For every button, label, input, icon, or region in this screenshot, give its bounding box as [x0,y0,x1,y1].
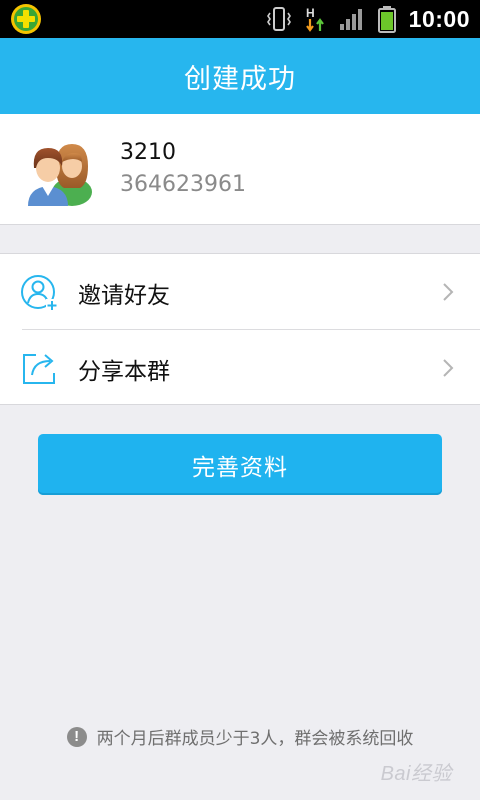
info-icon: ! [66,726,87,747]
watermark: Bai经验 [380,763,452,785]
battery-icon [377,6,396,33]
group-recycle-notice: ! 两个月后群成员少于3人，群会被系统回收 [0,724,480,749]
share-group-label: 分享本群 [78,359,170,385]
chevron-right-icon [443,359,454,377]
data-transfer-icon: H [306,6,324,32]
share-icon [23,354,55,384]
network-type-label: H [306,6,315,20]
invite-friends-row[interactable]: 邀请好友 [0,254,480,330]
group-avatar-icon [28,144,92,206]
share-group-row[interactable]: 分享本群 [0,330,480,405]
notice-text: 两个月后群成员少于3人，群会被系统回收 [96,729,414,749]
vibrate-icon [266,7,291,31]
title-bar: 创建成功 [0,38,480,114]
app-plus-icon [11,4,41,34]
invite-friends-label: 邀请好友 [78,283,170,309]
group-name: 3210 [120,140,176,165]
page-title: 创建成功 [184,63,296,95]
clock: 10:00 [408,5,470,32]
invite-person-icon [21,275,58,311]
action-list: 邀请好友 分享本群 [0,253,480,405]
group-info-card[interactable]: 3210 364623961 [0,114,480,225]
status-icons: H 10:00 [265,0,480,38]
chevron-right-icon [443,283,454,301]
group-number: 364623961 [120,172,246,197]
signal-icon [339,9,362,30]
complete-profile-button[interactable]: 完善资料 [38,434,442,495]
status-bar: H 10:00 [0,0,480,38]
